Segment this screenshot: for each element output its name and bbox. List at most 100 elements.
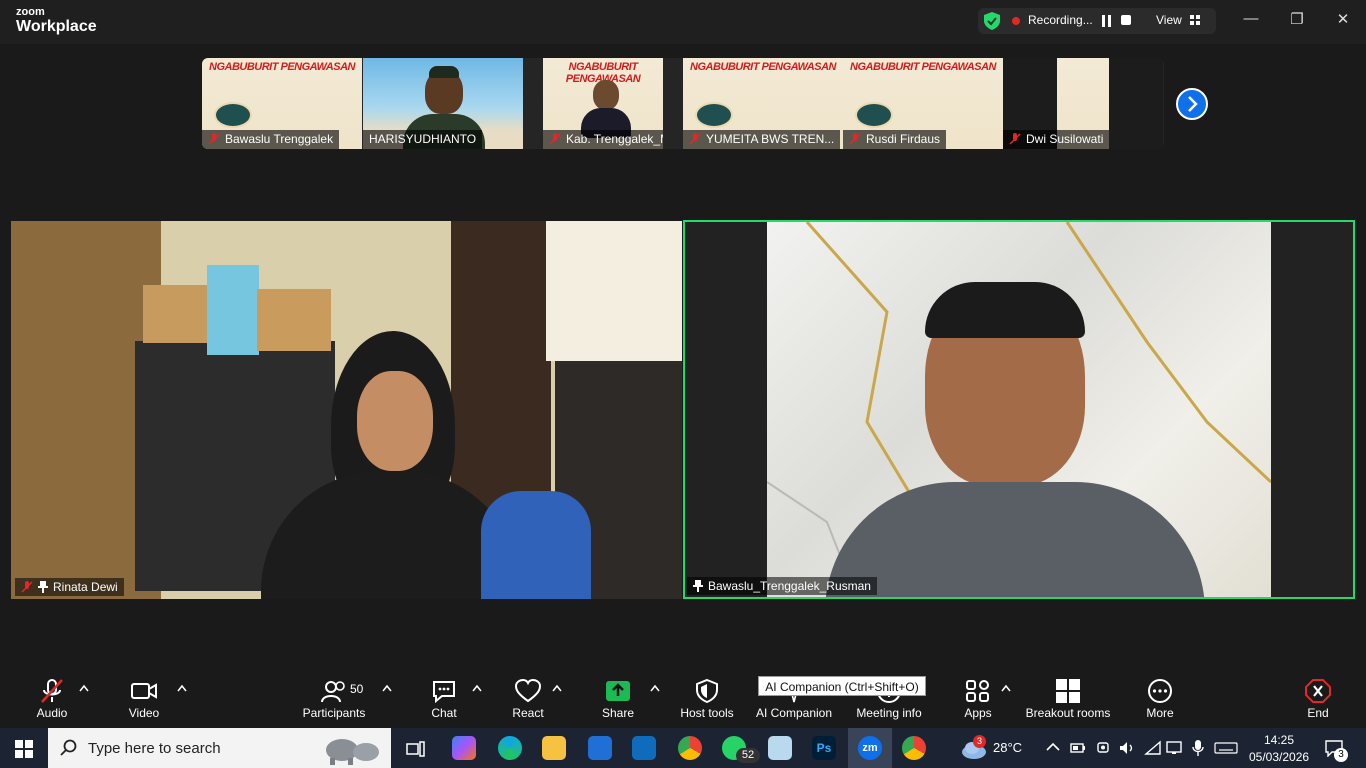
recording-status: Recording... [1028, 13, 1093, 27]
audio-button[interactable]: Audio [22, 668, 82, 728]
network-icon[interactable] [1166, 740, 1184, 756]
chevron-up-icon[interactable] [472, 684, 482, 692]
shield-icon[interactable] [984, 12, 1000, 30]
host-tools-button[interactable]: Host tools [674, 668, 740, 728]
mic-muted-icon [41, 679, 63, 703]
participant-name: Rusdi Firdaus [843, 130, 947, 149]
participant-name: Dwi Susilowati [1003, 130, 1110, 149]
battery-icon[interactable] [1070, 742, 1086, 754]
mic-muted-icon [21, 581, 33, 593]
poster-wall [546, 221, 682, 361]
windows-start-icon[interactable] [15, 740, 33, 758]
thumbnail-tile[interactable]: NGABUBURIT PENGAWASAN Rusdi Firdaus [843, 58, 1003, 149]
more-icon [1148, 679, 1172, 703]
task-view-icon[interactable] [406, 740, 426, 758]
breakout-rooms-icon [1056, 679, 1080, 703]
participants-button[interactable]: 50 Participants [298, 668, 370, 728]
poster-title: NGABUBURIT PENGAWASAN [850, 61, 996, 73]
react-button[interactable]: React [498, 668, 558, 728]
share-button[interactable]: Share [588, 668, 648, 728]
participant-face [357, 371, 433, 471]
end-meeting-button[interactable]: End [1294, 668, 1342, 728]
pause-recording-button[interactable] [1102, 15, 1112, 27]
copilot-icon[interactable] [452, 736, 476, 760]
participant-name-label: Rinata Dewi [15, 578, 124, 596]
chevron-up-icon[interactable] [177, 684, 187, 692]
weather-badge: 3 [973, 735, 986, 748]
participants-icon [321, 681, 345, 703]
thumbnail-strip: NGABUBURIT PENGAWASAN Bawaslu Trenggalek… [202, 58, 1164, 149]
mic-muted-icon [689, 133, 701, 145]
breakout-rooms-button[interactable]: Breakout rooms [1022, 668, 1114, 728]
microsoft-store-icon[interactable] [588, 736, 612, 760]
video-button[interactable]: Video [114, 668, 174, 728]
camera-privacy-icon[interactable] [1096, 740, 1110, 756]
outlook-icon[interactable] [632, 736, 656, 760]
share-screen-icon [606, 681, 630, 701]
participant-hair [925, 282, 1085, 338]
participant-cap [429, 66, 459, 78]
view-button[interactable]: View [1156, 13, 1182, 27]
stop-recording-button[interactable] [1121, 15, 1131, 25]
box [143, 285, 213, 343]
participant-clothing [481, 491, 591, 599]
poster-graphic [695, 102, 733, 128]
mic-muted-icon [849, 133, 861, 145]
chrome-profile-icon[interactable] [902, 736, 926, 760]
thumbnail-tile[interactable]: NGABUBURIT PENGAWASAN YUMEITA BWS TREN..… [683, 58, 843, 149]
zoom-app-icon[interactable]: zm [858, 736, 882, 760]
speaker-icon[interactable] [1118, 740, 1136, 756]
mic-muted-icon [1009, 133, 1021, 145]
end-icon [1305, 679, 1331, 703]
close-button[interactable]: ✕ [1331, 10, 1355, 30]
whatsapp-badge: 52 [736, 748, 760, 763]
chevron-up-icon[interactable] [1001, 684, 1011, 692]
file-explorer-icon[interactable] [542, 736, 566, 760]
participants-count: 50 [350, 682, 364, 696]
participant-name: HARISYUDHIANTO [363, 130, 483, 149]
apps-icon [966, 680, 989, 702]
box [207, 265, 259, 355]
microphone-icon[interactable] [1192, 739, 1204, 757]
chat-icon [433, 681, 455, 704]
thumbnail-tile[interactable]: Dwi Susilowati [1003, 58, 1163, 149]
participant-name-label: Bawaslu_Trenggalek_Rusman [687, 577, 877, 595]
poster-graphic [855, 102, 893, 128]
meeting-toolbar: Audio Video 50 Participants Chat React S… [0, 668, 1366, 728]
app-logo: zoom Workplace [16, 7, 97, 35]
video-tile-right[interactable]: Bawaslu_Trenggalek_Rusman [683, 220, 1355, 599]
chrome-icon[interactable] [678, 736, 702, 760]
chevron-up-icon[interactable] [552, 684, 562, 692]
search-placeholder: Type here to search [88, 740, 221, 757]
temperature: 28°C [993, 740, 1023, 755]
clock-date[interactable]: 05/03/2026 [1249, 750, 1309, 764]
minimize-button[interactable]: — [1239, 10, 1263, 30]
video-tile-left[interactable]: Rinata Dewi [11, 221, 682, 599]
wifi-icon[interactable] [1144, 740, 1162, 756]
photoshop-icon[interactable]: Ps [812, 736, 836, 760]
chevron-up-icon[interactable] [382, 684, 392, 692]
edge-icon[interactable] [498, 736, 522, 760]
keyboard-icon[interactable] [1214, 742, 1238, 754]
thumbnail-tile[interactable]: HARISYUDHIANTO [363, 58, 523, 149]
ai-companion-tooltip: AI Companion (Ctrl+Shift+O) [758, 676, 926, 696]
restore-button[interactable]: ❐ [1285, 10, 1309, 30]
thumbnail-tile[interactable]: NGABUBURIT PENGAWASAN Kab. Trenggalek_Ma… [543, 58, 663, 149]
more-button[interactable]: More [1130, 668, 1190, 728]
recording-dot-icon [1012, 17, 1020, 25]
chat-button[interactable]: Chat [414, 668, 474, 728]
next-page-button[interactable] [1176, 88, 1208, 120]
mic-muted-icon [549, 133, 561, 145]
video-camera-icon [131, 683, 157, 699]
chevron-up-icon[interactable] [1046, 742, 1060, 752]
chevron-up-icon[interactable] [79, 684, 89, 692]
chevron-right-icon [1188, 96, 1198, 112]
apps-button[interactable]: Apps [948, 668, 1008, 728]
chevron-up-icon[interactable] [650, 684, 660, 692]
clock-time[interactable]: 14:25 [1262, 733, 1296, 747]
mic-muted-icon [208, 133, 220, 145]
search-icon [60, 739, 77, 756]
grid-icon [1190, 15, 1200, 25]
notes-app-icon[interactable] [768, 736, 792, 760]
thumbnail-tile[interactable]: NGABUBURIT PENGAWASAN Bawaslu Trenggalek [202, 58, 362, 149]
